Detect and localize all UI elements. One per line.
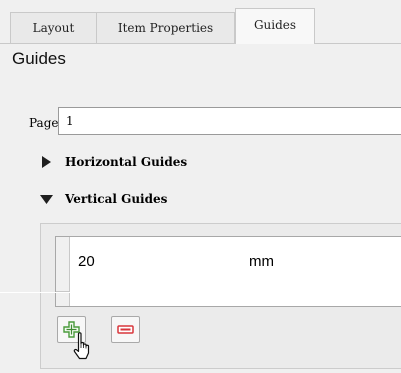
vertical-guides-header[interactable]: Vertical Guides	[39, 187, 167, 211]
minus-icon	[117, 325, 134, 334]
vertical-guides-table[interactable]: 20 mm	[55, 236, 401, 307]
expanded-arrow-icon[interactable]	[39, 192, 53, 206]
horizontal-guides-label: Horizontal Guides	[65, 155, 188, 169]
tab-baseline	[0, 43, 401, 44]
vertical-guides-label: Vertical Guides	[65, 192, 168, 206]
guide-position-cell[interactable]: 20	[78, 253, 95, 270]
tab-bar: Layout Item Properties Guides	[0, 0, 401, 44]
remove-guide-button[interactable]	[111, 316, 140, 343]
row-header[interactable]	[56, 237, 70, 306]
tab-item-properties[interactable]: Item Properties	[96, 12, 235, 43]
page-spinbox[interactable]: 1	[58, 107, 401, 135]
collapsed-arrow-icon[interactable]	[39, 155, 53, 169]
tab-layout[interactable]: Layout	[10, 12, 97, 43]
divider-line	[0, 292, 401, 293]
guide-unit-cell[interactable]: mm	[249, 253, 274, 270]
section-title: Guides	[12, 49, 66, 68]
tab-guides[interactable]: Guides	[235, 8, 315, 44]
horizontal-guides-header[interactable]: Horizontal Guides	[39, 150, 187, 174]
hand-cursor-icon	[73, 332, 90, 360]
page-label: Page	[29, 116, 59, 130]
